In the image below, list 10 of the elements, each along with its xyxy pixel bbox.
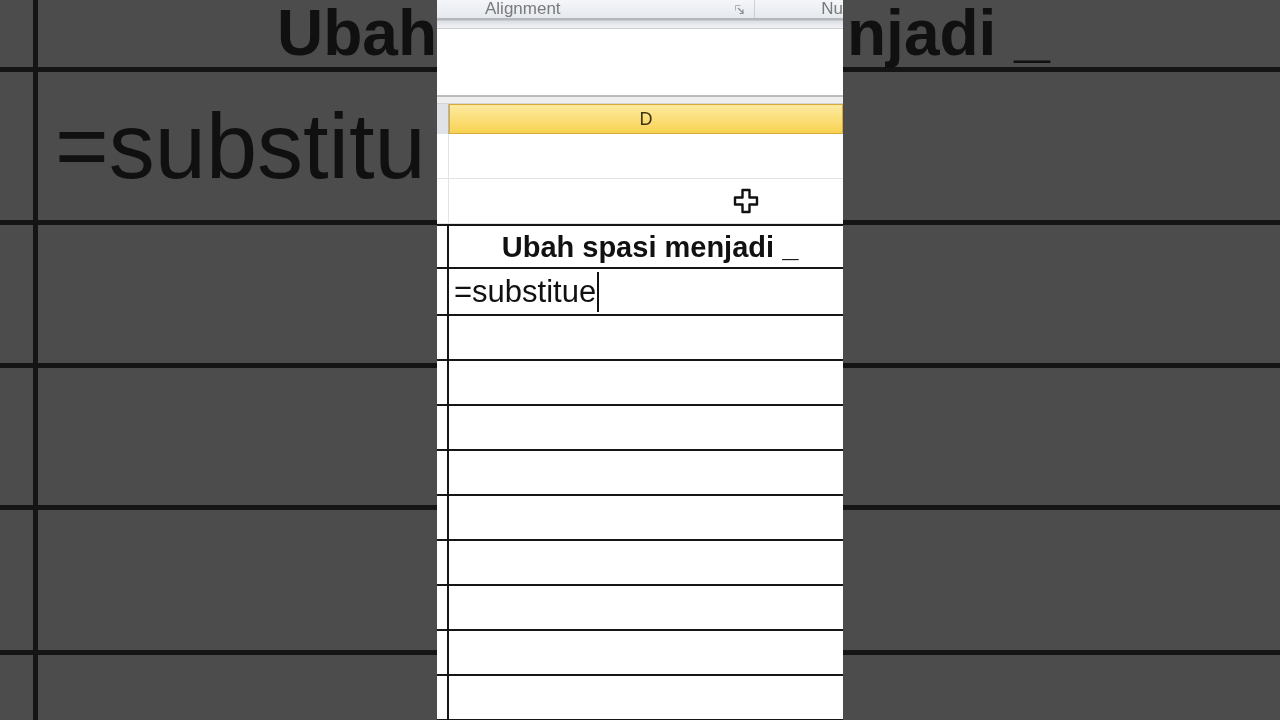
column-header[interactable]: D xyxy=(449,104,843,134)
dialog-launcher-icon[interactable] xyxy=(735,4,744,14)
text-caret-icon xyxy=(597,271,600,312)
backdrop-text: =substitu xyxy=(55,94,426,198)
sheet-corner[interactable] xyxy=(437,104,449,134)
ribbon-group-label: Nu xyxy=(821,0,843,18)
cell-text: Ubah spasi menjadi _ xyxy=(500,229,799,265)
backdrop-text: njadi _ xyxy=(847,0,1050,66)
ribbon-group-label: Alignment xyxy=(485,0,561,18)
backdrop-text: Ubah xyxy=(277,0,437,66)
